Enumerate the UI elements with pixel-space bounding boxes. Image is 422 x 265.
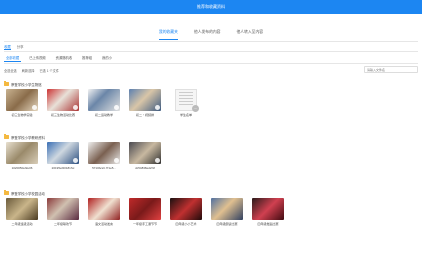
folder-section: 摩登学校小学校园活动 二年级班级活动 二年级联欢节 语文活动发言 一年级手工课节… <box>4 190 418 234</box>
item-caption: 初二・视频排 <box>129 113 161 117</box>
photo-thumbnail <box>6 142 38 164</box>
photo-thumbnail <box>47 198 79 220</box>
item-caption: 初三生物活动比赛 <box>47 113 79 117</box>
item-caption: 四年级舞蹈比赛 <box>252 222 284 226</box>
item-caption: 初三生物学实验 <box>6 113 38 117</box>
media-item[interactable]: 20195ef20181Sc <box>47 142 81 172</box>
media-item[interactable]: 四年级舞蹈比赛 <box>252 198 286 228</box>
folder-icon <box>4 135 9 139</box>
more-icon: ⋯ <box>192 105 199 112</box>
folder-icon <box>4 82 9 86</box>
filters-divider <box>4 63 418 64</box>
item-caption: dc54838ed2f1f <box>129 166 161 170</box>
sub-tabs: 收藏 分享 <box>4 44 24 50</box>
filter-bar: 全部收藏 已上传视频 资源随机收 推荐组 我的小 <box>4 55 114 62</box>
item-caption: 学生名单 <box>170 113 202 117</box>
filter-mine[interactable]: 我的小 <box>100 55 114 62</box>
folder-header[interactable]: 摩登学校小学生物馆 <box>4 81 418 87</box>
item-caption: 四年级小小艺术 <box>170 222 202 226</box>
folder-title: 摩登学校小学生物馆 <box>11 82 42 87</box>
photo-thumbnail <box>211 198 243 220</box>
play-icon <box>114 158 119 163</box>
play-icon <box>114 105 119 110</box>
media-item[interactable]: 初三生物学实验 <box>6 89 40 119</box>
item-caption: 语文活动发言 <box>88 222 120 226</box>
tab-others-shared[interactable]: 他人转入至内容 <box>236 30 263 40</box>
main-tabs: 我的收藏夹 他人发布的内容 他人转入至内容 <box>0 30 422 40</box>
media-item[interactable]: 一年级手工课节节 <box>129 198 163 228</box>
folder-title: 摩登学校小学校园活动 <box>11 191 45 196</box>
refresh-link[interactable]: 刷新选择 <box>22 68 35 73</box>
photo-thumbnail <box>47 89 79 111</box>
item-caption: 1020050ef2e06 <box>6 166 38 170</box>
play-icon <box>73 158 78 163</box>
tabs-divider <box>4 41 418 42</box>
selected-count: 已选 1 个文件 <box>40 68 59 73</box>
media-item[interactable]: 四年级小小艺术 <box>170 198 204 228</box>
filter-all[interactable]: 全部收藏 <box>4 55 21 62</box>
filter-videos[interactable]: 已上传视频 <box>27 55 47 62</box>
tab-others-published[interactable]: 他人发布的内容 <box>194 30 221 40</box>
folder-section: 摩登学校小学教研资料 1020050ef2e06 20195ef20181Sc … <box>4 134 418 178</box>
folder-header[interactable]: 摩登学校小学教研资料 <box>4 134 418 140</box>
photo-thumbnail <box>88 89 120 111</box>
media-item[interactable]: 语文活动发言 <box>88 198 122 228</box>
media-item[interactable]: 5710bc2c.f71e5... <box>88 142 122 172</box>
item-caption: 四年级朗读比赛 <box>211 222 243 226</box>
folder-header[interactable]: 摩登学校小学校园活动 <box>4 190 418 196</box>
photo-thumbnail <box>252 198 284 220</box>
subtab-share[interactable]: 分享 <box>17 44 24 50</box>
media-item[interactable]: dc54838ed2f1f <box>129 142 163 172</box>
item-caption: 二年级联欢节 <box>47 222 79 226</box>
filter-recommended[interactable]: 推荐组 <box>80 55 94 62</box>
photo-thumbnail <box>129 89 161 111</box>
play-icon <box>73 105 78 110</box>
media-item[interactable]: 初三生物活动比赛 <box>47 89 81 119</box>
folder-section: 摩登学校小学生物馆 初三生物学实验 初三生物活动比赛 初二运动教学 初二・视频排… <box>4 81 418 125</box>
document-item[interactable]: ⋯ 学生名单 <box>170 89 204 119</box>
folder-title: 摩登学校小学教研资料 <box>11 135 45 140</box>
media-item[interactable]: 二年级联欢节 <box>47 198 81 228</box>
photo-thumbnail <box>6 198 38 220</box>
item-caption: 二年级班级活动 <box>6 222 38 226</box>
photo-thumbnail <box>47 142 79 164</box>
play-icon <box>155 105 160 110</box>
item-caption: 初二运动教学 <box>88 113 120 117</box>
media-item[interactable]: 二年级班级活动 <box>6 198 40 228</box>
document-icon: ⋯ <box>175 89 197 111</box>
media-item[interactable]: 初二・视频排 <box>129 89 163 119</box>
select-all-link[interactable]: 全选全选 <box>4 68 17 73</box>
tab-my-favorites[interactable]: 我的收藏夹 <box>159 30 178 40</box>
selection-bar: 全选全选 刷新选择 已选 1 个文件 <box>4 68 59 73</box>
subtab-favorites[interactable]: 收藏 <box>4 44 11 50</box>
media-item[interactable]: 四年级朗读比赛 <box>211 198 245 228</box>
photo-thumbnail <box>170 198 202 220</box>
subtabs-divider <box>4 51 418 52</box>
search-input[interactable] <box>364 66 418 73</box>
item-caption: 20195ef20181Sc <box>47 166 79 170</box>
item-caption: 5710bc2c.f71e5... <box>88 166 120 170</box>
filter-random[interactable]: 资源随机收 <box>54 55 74 62</box>
photo-thumbnail <box>88 142 120 164</box>
item-caption: 一年级手工课节节 <box>129 222 161 226</box>
photo-thumbnail <box>129 198 161 220</box>
photo-thumbnail <box>129 142 161 164</box>
media-item[interactable]: 初二运动教学 <box>88 89 122 119</box>
play-icon <box>155 158 160 163</box>
photo-thumbnail <box>6 89 38 111</box>
folder-icon <box>4 191 9 195</box>
photo-thumbnail <box>88 198 120 220</box>
play-icon <box>32 105 37 110</box>
media-item[interactable]: 1020050ef2e06 <box>6 142 40 172</box>
page-title: 推荐和收藏资料 <box>197 4 225 10</box>
app-header: 推荐和收藏资料 <box>0 0 422 14</box>
